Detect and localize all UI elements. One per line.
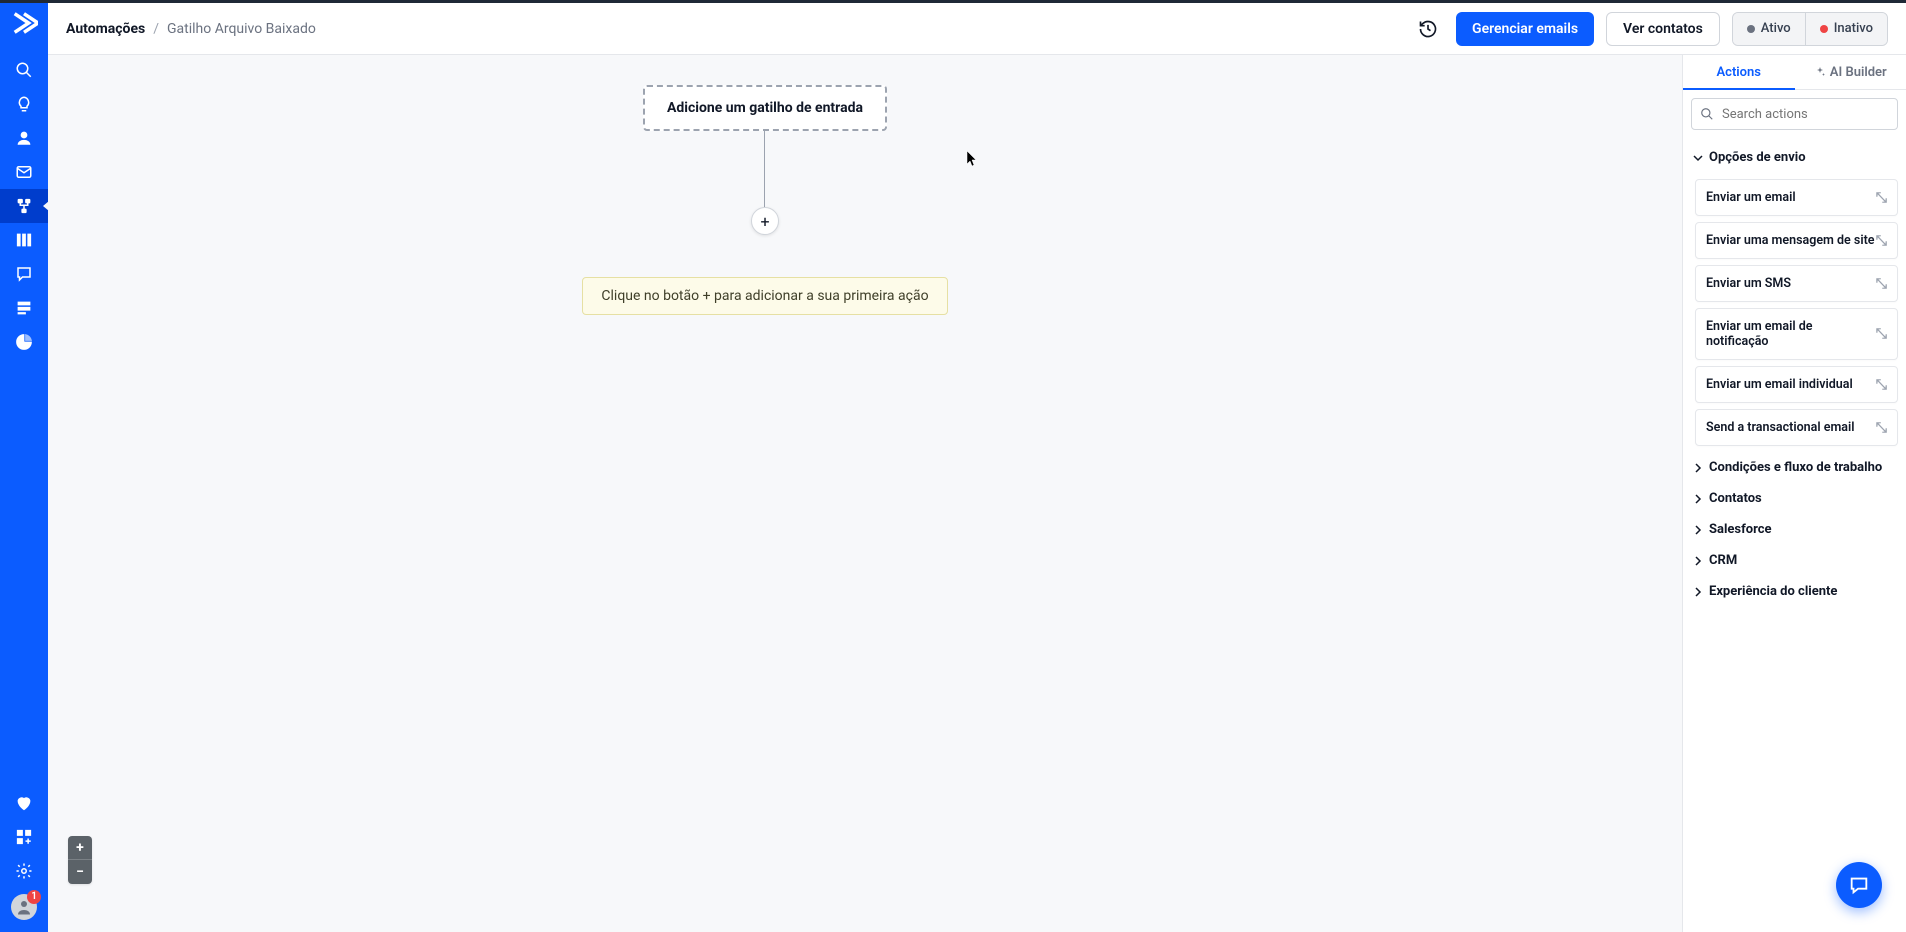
nav-automations[interactable] (0, 189, 48, 223)
action-send-individual-email[interactable]: Enviar um email individual⤡ (1695, 366, 1898, 403)
status-inactive-dot (1820, 25, 1828, 33)
zoom-controls: + − (68, 836, 92, 884)
hint-tooltip: Clique no botão + para adicionar a sua p… (582, 277, 947, 315)
user-avatar[interactable]: 1 (11, 894, 37, 920)
chevron-right-icon (1693, 587, 1703, 597)
manage-emails-button[interactable]: Gerenciar emails (1456, 12, 1594, 46)
automation-canvas[interactable]: Adicione um gatilho de entrada + Clique … (48, 55, 1682, 932)
category-sending-options[interactable]: Opções de envio (1691, 142, 1898, 173)
chevron-right-icon (1693, 556, 1703, 566)
chevron-right-icon (1693, 525, 1703, 535)
category-customer-experience[interactable]: Experiência do cliente (1691, 576, 1898, 607)
nav-forms[interactable] (0, 291, 48, 325)
zoom-in-button[interactable]: + (68, 836, 92, 860)
nav-deals[interactable] (0, 223, 48, 257)
status-active-dot (1747, 25, 1755, 33)
category-crm[interactable]: CRM (1691, 545, 1898, 576)
action-send-site-message[interactable]: Enviar uma mensagem de site⤡ (1695, 222, 1898, 259)
search-actions-wrap[interactable] (1691, 98, 1898, 130)
sparkle-icon (1814, 66, 1826, 78)
chevron-right-icon (1693, 494, 1703, 504)
nav-reports[interactable] (0, 325, 48, 359)
breadcrumb: Automações / Gatilho Arquivo Baixado (66, 21, 316, 37)
chevron-down-icon (1693, 153, 1703, 163)
nav-search[interactable] (0, 53, 48, 87)
nav-favorites[interactable] (0, 786, 48, 820)
cursor-icon (966, 150, 978, 168)
add-action-node[interactable]: + (751, 207, 779, 235)
drag-icon: ⤡ (1876, 191, 1887, 205)
breadcrumb-title: Gatilho Arquivo Baixado (167, 21, 316, 37)
tab-actions[interactable]: Actions (1683, 55, 1795, 89)
nav-ideas[interactable] (0, 87, 48, 121)
nav-contacts[interactable] (0, 121, 48, 155)
add-trigger-box[interactable]: Adicione um gatilho de entrada (643, 85, 887, 131)
search-actions-input[interactable] (1714, 107, 1889, 122)
category-conditions[interactable]: Condições e fluxo de trabalho (1691, 452, 1898, 483)
action-send-transactional[interactable]: Send a transactional email⤡ (1695, 409, 1898, 446)
nav-campaigns[interactable] (0, 155, 48, 189)
status-inactive-button[interactable]: Inativo (1806, 13, 1887, 45)
chat-help-fab[interactable] (1836, 862, 1882, 908)
left-nav: 1 (0, 3, 48, 932)
action-send-notification[interactable]: Enviar um email de notificação⤡ (1695, 308, 1898, 360)
header-bar: Automações / Gatilho Arquivo Baixado Ger… (48, 3, 1906, 55)
notification-count: 1 (27, 890, 41, 904)
action-send-email[interactable]: Enviar um email⤡ (1695, 179, 1898, 216)
drag-icon: ⤡ (1876, 378, 1887, 392)
status-toggle: Ativo Inativo (1732, 12, 1888, 46)
action-send-sms[interactable]: Enviar um SMS⤡ (1695, 265, 1898, 302)
category-contacts[interactable]: Contatos (1691, 483, 1898, 514)
tab-ai-builder[interactable]: AI Builder (1795, 55, 1906, 89)
connector-line (764, 131, 765, 207)
nav-settings[interactable] (0, 854, 48, 888)
nav-apps[interactable] (0, 820, 48, 854)
status-active-button[interactable]: Ativo (1733, 13, 1806, 45)
drag-icon: ⤡ (1876, 327, 1887, 341)
breadcrumb-section[interactable]: Automações (66, 21, 145, 37)
zoom-out-button[interactable]: − (68, 860, 92, 884)
drag-icon: ⤡ (1876, 421, 1887, 435)
app-logo[interactable] (10, 9, 38, 37)
history-button[interactable] (1412, 13, 1444, 45)
drag-icon: ⤡ (1876, 234, 1887, 248)
view-contacts-button[interactable]: Ver contatos (1606, 12, 1720, 46)
drag-icon: ⤡ (1876, 277, 1887, 291)
nav-conversations[interactable] (0, 257, 48, 291)
actions-panel: Actions AI Builder Opções de envio (1682, 55, 1906, 932)
chevron-right-icon (1693, 463, 1703, 473)
search-icon (1700, 107, 1714, 121)
category-salesforce[interactable]: Salesforce (1691, 514, 1898, 545)
